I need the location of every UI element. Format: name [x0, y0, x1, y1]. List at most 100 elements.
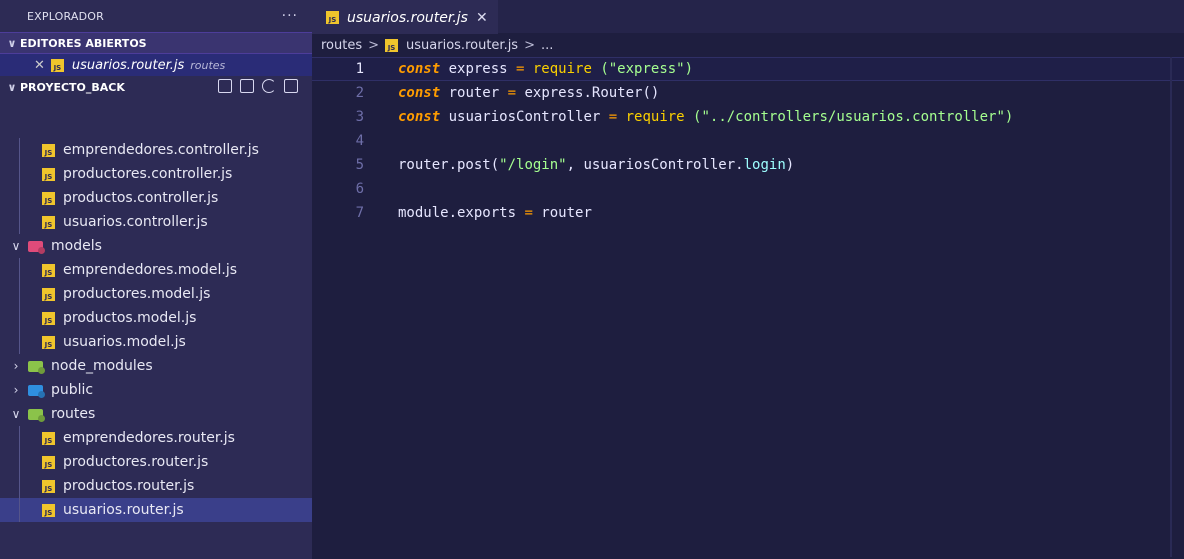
tree-file-item[interactable]: JS usuarios.model.js: [0, 330, 312, 354]
folder-icon: [28, 384, 43, 396]
file-tree: JS emprendedores.controller.js JS productor…: [0, 138, 312, 522]
tree-item-label: productores.model.js: [63, 286, 211, 302]
code-text: const express = require ("express"): [398, 61, 693, 77]
tree-file-item[interactable]: JS productos.router.js: [0, 474, 312, 498]
tree-file-item[interactable]: JS productores.controller.js: [0, 162, 312, 186]
vscode-window: EXPLORADOR ··· ∨ EDITORES ABIERTOS ✕ JS …: [0, 0, 1184, 559]
js-file-icon: JS: [50, 58, 64, 72]
tree-folder-node-modules[interactable]: › node_modules: [0, 354, 312, 378]
line-number: 1: [355, 61, 364, 77]
indent-guide: [19, 282, 20, 306]
code-token: usuariosController: [440, 109, 609, 125]
tree-item-label: productores.controller.js: [63, 166, 233, 182]
tree-file-item[interactable]: JS usuarios.router.js: [0, 498, 312, 522]
project-label: PROYECTO_BACK: [20, 80, 125, 94]
line-number: 6: [355, 181, 364, 197]
tree-file-item[interactable]: JS productos.controller.js: [0, 186, 312, 210]
js-file-icon: JS: [42, 143, 55, 157]
line-number: 5: [355, 157, 364, 173]
tree-folder-routes[interactable]: ∨ routes: [0, 402, 312, 426]
collapse-all-icon[interactable]: [284, 79, 298, 93]
code-line[interactable]: 6: [312, 177, 1184, 201]
code-editor[interactable]: 1 const express = require ("express") 2 …: [312, 57, 1184, 225]
line-number: 4: [355, 133, 364, 149]
line-number: 7: [355, 205, 364, 221]
indent-guide: [19, 426, 20, 450]
code-token: express: [440, 61, 517, 77]
js-file-icon: JS: [42, 191, 55, 205]
code-text: const router = express.Router(): [398, 85, 659, 101]
tree-item-label: usuarios.controller.js: [63, 214, 208, 230]
open-editor-item[interactable]: ✕ JS usuarios.router.js routes: [0, 54, 312, 76]
new-folder-icon[interactable]: [240, 79, 254, 93]
js-file-icon: JS: [42, 167, 55, 181]
tree-file-item[interactable]: JS productores.router.js: [0, 450, 312, 474]
code-text: const usuariosController = require ("../…: [398, 109, 1013, 125]
open-editor-filename: usuarios.router.js: [71, 57, 185, 73]
tree-folder-public[interactable]: › public: [0, 378, 312, 402]
chevron-down-icon: ∨: [11, 239, 21, 253]
tree-item-label: productos.controller.js: [63, 190, 219, 206]
js-file-icon: JS: [42, 311, 55, 325]
open-editors-section[interactable]: ∨ EDITORES ABIERTOS: [0, 32, 312, 54]
explorer-sidebar: EXPLORADOR ··· ∨ EDITORES ABIERTOS ✕ JS …: [0, 0, 312, 559]
code-line[interactable]: 2 const router = express.Router(): [312, 81, 1184, 105]
close-icon[interactable]: ✕: [34, 58, 45, 73]
code-line[interactable]: 4: [312, 129, 1184, 153]
editor-area: JS usuarios.router.js ✕ routes > JS usua…: [312, 0, 1184, 559]
new-file-icon[interactable]: [218, 79, 232, 93]
indent-guide: [19, 258, 20, 282]
tree-file-item[interactable]: JS usuarios.controller.js: [0, 210, 312, 234]
code-line[interactable]: 1 const express = require ("express"): [312, 57, 1184, 81]
code-token: ("express"): [591, 61, 694, 77]
tree-file-item[interactable]: JS emprendedores.controller.js: [0, 138, 312, 162]
indent-guide: [19, 330, 20, 354]
code-token: =: [507, 85, 517, 101]
open-editors-label: EDITORES ABIERTOS: [20, 36, 147, 50]
js-file-icon: JS: [42, 215, 55, 229]
refresh-icon[interactable]: [262, 79, 276, 93]
scrollbar-track[interactable]: [1170, 57, 1172, 557]
tab-usuarios-router[interactable]: JS usuarios.router.js ✕: [312, 0, 498, 34]
code-line[interactable]: 7 module.exports = router: [312, 201, 1184, 225]
explorer-title: EXPLORADOR: [27, 9, 105, 23]
chevron-down-icon: ∨: [7, 80, 17, 94]
tree-item-label: emprendedores.router.js: [63, 430, 235, 446]
tree-file-item[interactable]: JS productos.model.js: [0, 306, 312, 330]
indent-guide: [19, 498, 20, 522]
js-file-icon: JS: [42, 455, 55, 469]
close-icon[interactable]: ✕: [476, 10, 488, 26]
code-token: const: [398, 61, 441, 77]
code-token: express.Router(): [516, 85, 660, 101]
line-number: 3: [355, 109, 364, 125]
code-text: router.post("/login", usuariosController…: [398, 157, 794, 173]
tree-file-item[interactable]: JS emprendedores.router.js: [0, 426, 312, 450]
tree-file-item[interactable]: JS emprendedores.model.js: [0, 258, 312, 282]
more-actions-icon[interactable]: ···: [282, 8, 298, 24]
code-token: router: [440, 85, 508, 101]
tree-item-label: productores.router.js: [63, 454, 209, 470]
folder-icon: [28, 408, 43, 420]
open-editor-folder: routes: [190, 58, 226, 72]
code-token: , usuariosController.: [566, 157, 744, 173]
project-section[interactable]: ∨ PROYECTO_BACK: [0, 76, 312, 98]
indent-guide: [19, 186, 20, 210]
line-number: 2: [355, 85, 364, 101]
tree-item-label: usuarios.model.js: [63, 334, 186, 350]
tree-folder-models[interactable]: ∨ models: [0, 234, 312, 258]
indent-guide: [19, 162, 20, 186]
code-line[interactable]: 5 router.post("/login", usuariosControll…: [312, 153, 1184, 177]
code-token: =: [524, 205, 533, 221]
js-file-icon: JS: [42, 479, 55, 493]
js-file-icon: JS: [42, 287, 55, 301]
code-line[interactable]: 3 const usuariosController = require (".…: [312, 105, 1184, 129]
code-text: module.exports = router: [398, 205, 592, 221]
js-file-icon: JS: [326, 11, 339, 24]
js-file-icon: JS: [42, 335, 55, 349]
breadcrumb-symbols[interactable]: ...: [541, 38, 553, 53]
breadcrumb-folder[interactable]: routes: [321, 38, 362, 53]
code-token: require: [524, 61, 592, 77]
code-token: "/login": [499, 157, 567, 173]
breadcrumb-file[interactable]: usuarios.router.js: [406, 38, 518, 53]
tree-file-item[interactable]: JS productores.model.js: [0, 282, 312, 306]
